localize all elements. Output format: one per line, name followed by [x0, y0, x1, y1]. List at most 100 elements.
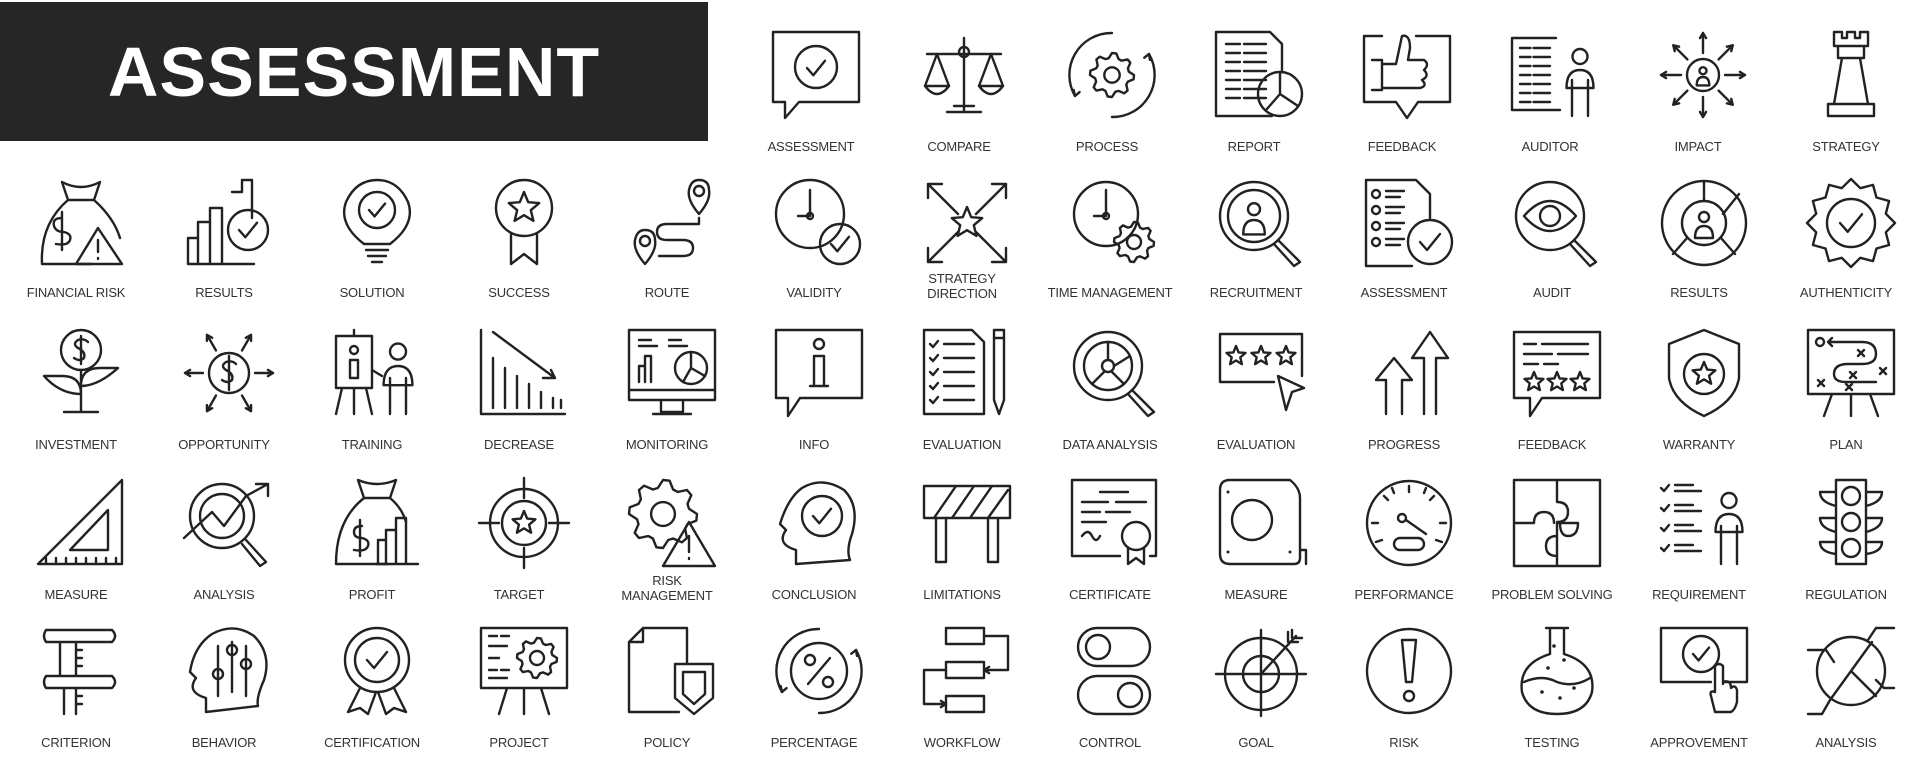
touch-check-icon [1659, 626, 1749, 714]
icon-tile-success: SUCCESS [445, 178, 593, 318]
icon-tile-evaluation: EVALUATION [1182, 328, 1330, 468]
icon-label: PROFIT [348, 587, 396, 602]
icon-tile-route: ROUTE [593, 178, 741, 318]
icon-label: MEASURE [1224, 587, 1288, 602]
icon-label: PERFORMANCE [1354, 587, 1454, 602]
speedometer-icon [1365, 479, 1453, 567]
icon-tile-process: PROCESS [1033, 30, 1181, 170]
icon-label: RESULTS [1670, 285, 1728, 300]
person-pie-icon [1660, 179, 1748, 267]
thumbs-up-bubble-icon [1362, 34, 1452, 120]
flask-icon [1520, 626, 1594, 716]
icon-label: REQUIREMENT [1652, 587, 1746, 602]
icon-tile-control: CONTROL [1036, 626, 1184, 766]
icon-tile-recruitment: RECRUITMENT [1182, 178, 1330, 318]
money-bag-warning-icon [40, 180, 124, 266]
stars-cursor-icon [1218, 332, 1306, 412]
icon-tile-investment: INVESTMENT [2, 328, 150, 468]
icon-tile-approvement: APPROVEMENT [1625, 626, 1773, 766]
icon-tile-risk: RISK [1330, 626, 1478, 766]
icon-label: GOAL [1238, 735, 1274, 750]
icon-tile-data-analysis: DATA ANALYSIS [1036, 328, 1184, 468]
icon-tile-evaluation: EVALUATION [888, 328, 1036, 468]
icon-tile-financial-risk: FINANCIAL RISK [2, 178, 150, 318]
icon-label: TIME MANAGEMENT [1047, 285, 1173, 300]
icon-tile-project: PROJECT [445, 626, 593, 766]
icon-label: PROCESS [1075, 139, 1139, 154]
icon-tile-limitations: LIMITATIONS [888, 478, 1036, 618]
magnifier-eye-icon [1514, 180, 1598, 268]
board-gear-icon [479, 626, 569, 716]
stars-bubble-icon [1512, 330, 1602, 418]
checklist-pencil-icon [922, 328, 1006, 416]
up-arrows-icon [1374, 330, 1450, 416]
icon-tile-feedback: FEEDBACK [1328, 30, 1476, 170]
icon-label: PLAN [1829, 437, 1863, 452]
icon-label: RISK [1389, 735, 1419, 750]
icon-label: ASSESSMENT [767, 139, 855, 154]
icon-label: MEASURE [44, 587, 108, 602]
icon-tile-policy: POLICY [593, 626, 741, 766]
icon-tile-auditor: AUDITOR [1476, 30, 1624, 170]
magnifier-pie-icon [1072, 330, 1156, 418]
monitor-charts-icon [627, 328, 717, 416]
crosshair-star-icon [477, 476, 571, 570]
toggles-icon [1076, 626, 1152, 716]
icon-label: ASSESSMENT [1360, 285, 1448, 300]
gear-cycle-icon [1068, 31, 1156, 119]
seal-check-icon [1805, 177, 1897, 269]
set-square-icon [36, 478, 124, 566]
icon-tile-regulation: REGULATION [1772, 478, 1920, 618]
icon-label: FEEDBACK [1367, 139, 1437, 154]
icon-label: PROJECT [489, 735, 549, 750]
percent-cycle-icon [775, 627, 863, 715]
icon-label: SOLUTION [339, 285, 405, 300]
icon-tile-decrease: DECREASE [445, 328, 593, 468]
icon-label: IMPACT [1674, 139, 1722, 154]
head-sliders-icon [188, 627, 268, 714]
icon-tile-opportunity: OPPORTUNITY [150, 328, 298, 468]
clock-gear-icon [1072, 180, 1156, 264]
icon-tile-training: TRAINING [298, 328, 446, 468]
icon-tile-workflow: WORKFLOW [888, 626, 1036, 766]
icon-tile-profit: PROFIT [298, 478, 446, 618]
page-title: ASSESSMENT [107, 32, 601, 111]
icon-label: EVALUATION [1216, 437, 1296, 452]
traffic-light-icon [1818, 478, 1884, 566]
money-bag-chart-icon [334, 478, 420, 566]
icon-tile-audit: AUDIT [1478, 178, 1626, 318]
presenter-board-icon [334, 328, 414, 416]
flowchart-icon [922, 626, 1010, 714]
icon-tile-info: INFO [740, 328, 888, 468]
icon-label: TESTING [1524, 735, 1580, 750]
icon-tile-analysis: ANALYSIS [150, 478, 298, 618]
icon-label: INFO [798, 437, 830, 452]
icon-tile-assessment: ASSESSMENT [1330, 178, 1478, 318]
icon-label: FEEDBACK [1517, 437, 1587, 452]
icon-tile-problem-solving: PROBLEM SOLVING [1478, 478, 1626, 618]
icon-tile-measure: MEASURE [2, 478, 150, 618]
icon-tile-report: REPORT [1180, 30, 1328, 170]
icon-label: AUTHENTICITY [1799, 285, 1893, 300]
info-bubble-icon [774, 328, 864, 418]
shield-star-icon [1667, 328, 1741, 418]
star-badge-icon [494, 178, 554, 266]
bar-chart-check-icon [186, 178, 270, 266]
scales-icon [923, 36, 1005, 114]
icon-tile-solution: SOLUTION [298, 178, 446, 318]
icon-label: INVESTMENT [35, 437, 117, 452]
tape-measure-icon [1218, 478, 1308, 566]
pie-lines-icon [1806, 626, 1896, 716]
route-pins-icon [633, 178, 711, 266]
dollar-arrows-icon [183, 333, 275, 413]
icon-label: CERTIFICATE [1069, 587, 1151, 602]
icon-label: STRATEGY DIRECTION [927, 271, 997, 301]
icon-tile-validity: VALIDITY [740, 178, 888, 318]
icon-label: CONTROL [1078, 735, 1142, 750]
lightbulb-check-icon [342, 178, 412, 264]
target-arrow-icon [1214, 628, 1308, 718]
tactics-board-icon [1806, 328, 1896, 418]
icon-tile-authenticity: AUTHENTICITY [1772, 177, 1920, 318]
icon-label: BEHAVIOR [191, 735, 257, 750]
icon-label: VALIDITY [786, 285, 842, 300]
